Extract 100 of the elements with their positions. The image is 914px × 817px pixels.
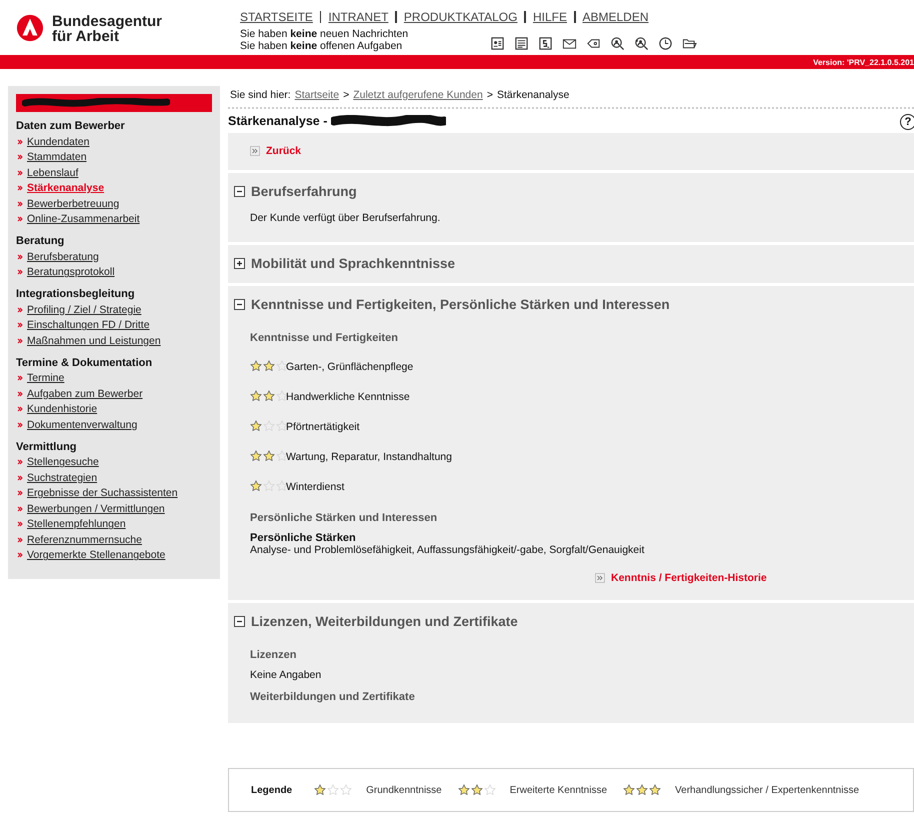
- help-button[interactable]: ?: [900, 114, 914, 130]
- chevron-icon: [17, 490, 23, 496]
- sidebar-link[interactable]: Bewerberbetreuung: [27, 198, 120, 210]
- sidebar-heading: Vermittlung: [16, 440, 78, 452]
- legend-label: Erweiterte Kenntnisse: [510, 784, 608, 796]
- empty-star-icon: [276, 480, 288, 492]
- skill-label: Garten-, Grünflächenpflege: [286, 361, 414, 373]
- logo-icon: [16, 14, 44, 42]
- subsection-heading: Persönliche Stärken und Interessen: [250, 512, 438, 524]
- chevron-icon: [17, 406, 23, 412]
- collapse-icon[interactable]: [234, 186, 245, 197]
- breadcrumb-label: Sie sind hier:: [230, 89, 291, 101]
- expand-icon[interactable]: [234, 258, 245, 269]
- clock-icon[interactable]: [658, 36, 673, 51]
- chevron-icon: [17, 322, 23, 328]
- empty-star-icon: [276, 420, 288, 432]
- section-title: Mobilität und Sprachkenntnisse: [251, 256, 456, 271]
- section-title: Lizenzen, Weiterbildungen und Zertifikate: [251, 614, 518, 629]
- sidebar-link[interactable]: Bewerbungen / Vermittlungen: [27, 502, 165, 515]
- sidebar-link[interactable]: Beratungsprotokoll: [27, 266, 115, 278]
- chevron-icon: [17, 375, 23, 382]
- filled-star-icon: [636, 784, 648, 796]
- filled-star-icon: [250, 420, 262, 432]
- people-search-icon[interactable]: [634, 36, 649, 51]
- status-message: Sie haben keine offenen Aufgaben: [240, 40, 404, 52]
- page-title: Stärkenanalyse -: [228, 114, 328, 128]
- card-icon[interactable]: [538, 36, 553, 51]
- sidebar-link[interactable]: Einschaltungen FD / Dritte: [27, 319, 150, 332]
- card-icon[interactable]: [514, 36, 529, 51]
- sidebar-link[interactable]: Berufsberatung: [27, 250, 99, 263]
- breadcrumb-separator: >: [486, 89, 493, 101]
- legend-label: Verhandlungssicher / Expertenkenntnisse: [675, 784, 860, 796]
- version-text: Version: 'PRV_22.1.0.5.201: [813, 58, 914, 66]
- sidebar-link[interactable]: Online-Zusammenarbeit: [27, 213, 140, 226]
- sidebar-link[interactable]: Stellengesuche: [27, 456, 99, 468]
- sidebar-heading: Beratung: [16, 235, 66, 247]
- nav-link[interactable]: ABMELDEN: [582, 10, 649, 24]
- breadcrumb-link[interactable]: Zuletzt aufgerufene Kunden: [353, 89, 483, 101]
- filled-star-icon: [623, 784, 636, 796]
- nav-link[interactable]: PRODUKTKATALOG: [404, 10, 518, 24]
- back-link[interactable]: Zurück: [266, 145, 302, 157]
- double-chevron-icon: [250, 146, 260, 156]
- chevron-icon: [17, 552, 23, 558]
- chevron-icon: [17, 138, 23, 145]
- field-label: Persönliche Stärken: [250, 532, 357, 544]
- sidebar-link[interactable]: Stammdaten: [27, 151, 87, 164]
- sidebar-heading: Daten zum Bewerber: [16, 120, 126, 132]
- card-icon[interactable]: [490, 36, 505, 51]
- sidebar-link[interactable]: Vorgemerkte Stellenangebote: [27, 549, 166, 562]
- breadcrumb-current: Stärkenanalyse: [496, 89, 570, 101]
- nav-link[interactable]: STARTSEITE: [240, 10, 313, 24]
- filled-star-icon: [649, 784, 662, 796]
- chevron-icon: [17, 536, 23, 543]
- subsection-heading: Kenntnisse und Fertigkeiten: [250, 332, 399, 344]
- legend-title: Legende: [251, 784, 292, 796]
- nav-link[interactable]: HILFE: [532, 10, 567, 24]
- chevron-icon: [17, 474, 23, 481]
- empty-star-icon: [340, 784, 352, 796]
- logo-text: Bundesagentur für Arbeit: [52, 14, 162, 44]
- body-text: Der Kunde verfügt über Berufserfahrung.: [250, 212, 442, 224]
- collapse-icon[interactable]: [234, 299, 245, 310]
- chevron-icon: [17, 154, 23, 160]
- sidebar-link[interactable]: Maßnahmen und Leistungen: [27, 334, 161, 347]
- skill-label: Winterdienst: [286, 481, 344, 493]
- sidebar-link[interactable]: Ergebnisse der Suchassistenten: [27, 487, 178, 500]
- filled-star-icon: [250, 360, 262, 372]
- chevron-icon: [17, 338, 23, 344]
- section-title: Berufserfahrung: [251, 184, 357, 199]
- filled-star-icon: [263, 450, 275, 462]
- sidebar-link[interactable]: Stellenempfehlungen: [27, 518, 126, 530]
- field-value: Analyse- und Problemlösefähigkeit, Auffassungsfähigkeit/-gabe, Sorgfalt/Genauigkeit: [250, 544, 646, 556]
- breadcrumb-link[interactable]: Startseite: [294, 89, 340, 101]
- chevron-icon: [17, 170, 23, 176]
- sidebar-link[interactable]: Kundenhistorie: [27, 403, 98, 416]
- collapse-icon[interactable]: [234, 616, 245, 627]
- sidebar-link[interactable]: Suchstrategien: [27, 472, 98, 484]
- skill-label: Pförtnertätigkeit: [286, 421, 360, 433]
- sidebar-link[interactable]: Dokumentenverwaltung: [27, 418, 138, 431]
- sidebar-heading: Termine & Dokumentation: [16, 356, 154, 368]
- filled-star-icon: [250, 480, 262, 492]
- filled-star-icon: [250, 450, 262, 462]
- sidebar-link[interactable]: Lebenslauf: [27, 166, 78, 179]
- sidebar-heading: Integrationsbegleitung: [16, 288, 136, 300]
- chevron-icon: [17, 521, 23, 528]
- chevron-icon: [17, 216, 23, 222]
- nav-link[interactable]: INTRANET: [328, 10, 388, 24]
- chevron-icon: [17, 506, 23, 512]
- history-link[interactable]: Kenntnis / Fertigkeiten-Historie: [611, 572, 767, 584]
- sidebar-link[interactable]: Profiling / Ziel / Strategie: [27, 304, 142, 316]
- sidebar-link[interactable]: Aufgaben zum Bewerber: [27, 388, 143, 400]
- chevron-icon: [17, 422, 23, 428]
- sidebar-link[interactable]: Kundendaten: [27, 136, 90, 148]
- legend-label: Grundkenntnisse: [366, 784, 442, 796]
- sidebar-link[interactable]: Stärkenanalyse: [27, 182, 104, 194]
- sidebar-link[interactable]: Termine: [27, 372, 64, 384]
- sidebar-link[interactable]: Referenznummernsuche: [27, 534, 142, 546]
- filled-star-icon: [250, 390, 262, 402]
- chevron-icon: [17, 306, 23, 313]
- person-search-icon[interactable]: [610, 36, 625, 51]
- filled-star-icon: [263, 360, 275, 372]
